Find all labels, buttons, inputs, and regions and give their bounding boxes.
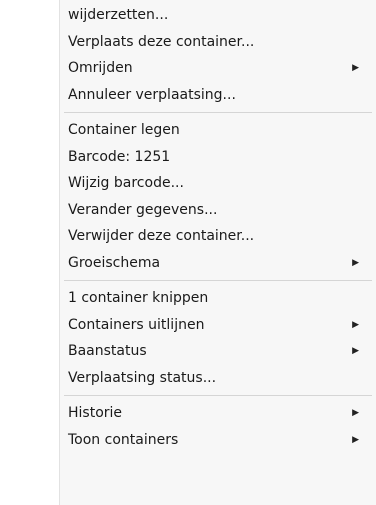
menu-item-barcode[interactable]: Barcode: 1251 [0, 144, 376, 171]
menu-separator [0, 108, 376, 117]
menu-item-label: Historie [68, 405, 123, 421]
menu-item-label: Groeischema [68, 254, 161, 271]
menu-item-verander-gegevens[interactable]: Verander gegevens... [0, 197, 376, 224]
menu-item-toon-containers[interactable]: Toon containers ▶ [0, 427, 376, 454]
menu-item-verplaats-container[interactable]: Verplaats deze container... [0, 29, 376, 56]
menu-item-verplaatsing-status[interactable]: Verplaatsing status... [0, 365, 376, 392]
menu-item-label: Containers uitlijnen [68, 316, 205, 333]
menu-item-annuleer-verplaatsing[interactable]: Annuleer verplaatsing... [0, 82, 376, 109]
menu-separator [0, 391, 376, 400]
menu-separator [0, 276, 376, 285]
menu-item-groeischema[interactable]: Groeischema ▶ [0, 250, 376, 277]
context-menu: wijderzetten... Verplaats deze container… [0, 0, 376, 505]
menu-item-historie[interactable]: Historie ▶ [0, 400, 376, 427]
menu-item-label: Verwijder deze container... [68, 228, 255, 244]
menu-item-label: Container legen [68, 122, 180, 138]
menu-item-wijderzetten[interactable]: wijderzetten... [0, 2, 376, 29]
submenu-arrow-icon: ▶ [352, 257, 359, 268]
submenu-arrow-icon: ▶ [352, 346, 359, 356]
menu-item-label: Baanstatus [68, 343, 147, 359]
menu-item-label: Toon containers [68, 431, 179, 448]
submenu-arrow-icon: ▶ [352, 63, 359, 73]
menu-item-label: Verplaatsing status... [68, 369, 217, 386]
menu-item-verwijder-container[interactable]: Verwijder deze container... [0, 223, 376, 250]
submenu-arrow-icon: ▶ [352, 408, 359, 418]
submenu-arrow-icon: ▶ [352, 434, 359, 445]
menu-item-container-legen[interactable]: Container legen [0, 117, 376, 144]
menu-item-label: wijderzetten... [68, 7, 169, 23]
menu-item-label: Barcode: 1251 [68, 148, 171, 165]
menu-item-container-knippen[interactable]: 1 container knippen [0, 285, 376, 312]
menu-item-label: Verplaats deze container... [68, 33, 255, 50]
menu-item-label: Wijzig barcode... [68, 175, 184, 191]
submenu-arrow-icon: ▶ [352, 319, 359, 330]
menu-item-omrijden[interactable]: Omrijden ▶ [0, 55, 376, 82]
menu-item-label: Annuleer verplaatsing... [68, 86, 236, 103]
menu-item-label: Omrijden [68, 60, 133, 76]
menu-item-containers-uitlijnen[interactable]: Containers uitlijnen ▶ [0, 312, 376, 339]
menu-item-label: Verander gegevens... [68, 201, 218, 218]
menu-item-wijzig-barcode[interactable]: Wijzig barcode... [0, 170, 376, 197]
menu-item-label: 1 container knippen [68, 290, 209, 306]
menu-items: wijderzetten... Verplaats deze container… [0, 2, 376, 453]
menu-item-baanstatus[interactable]: Baanstatus ▶ [0, 338, 376, 365]
